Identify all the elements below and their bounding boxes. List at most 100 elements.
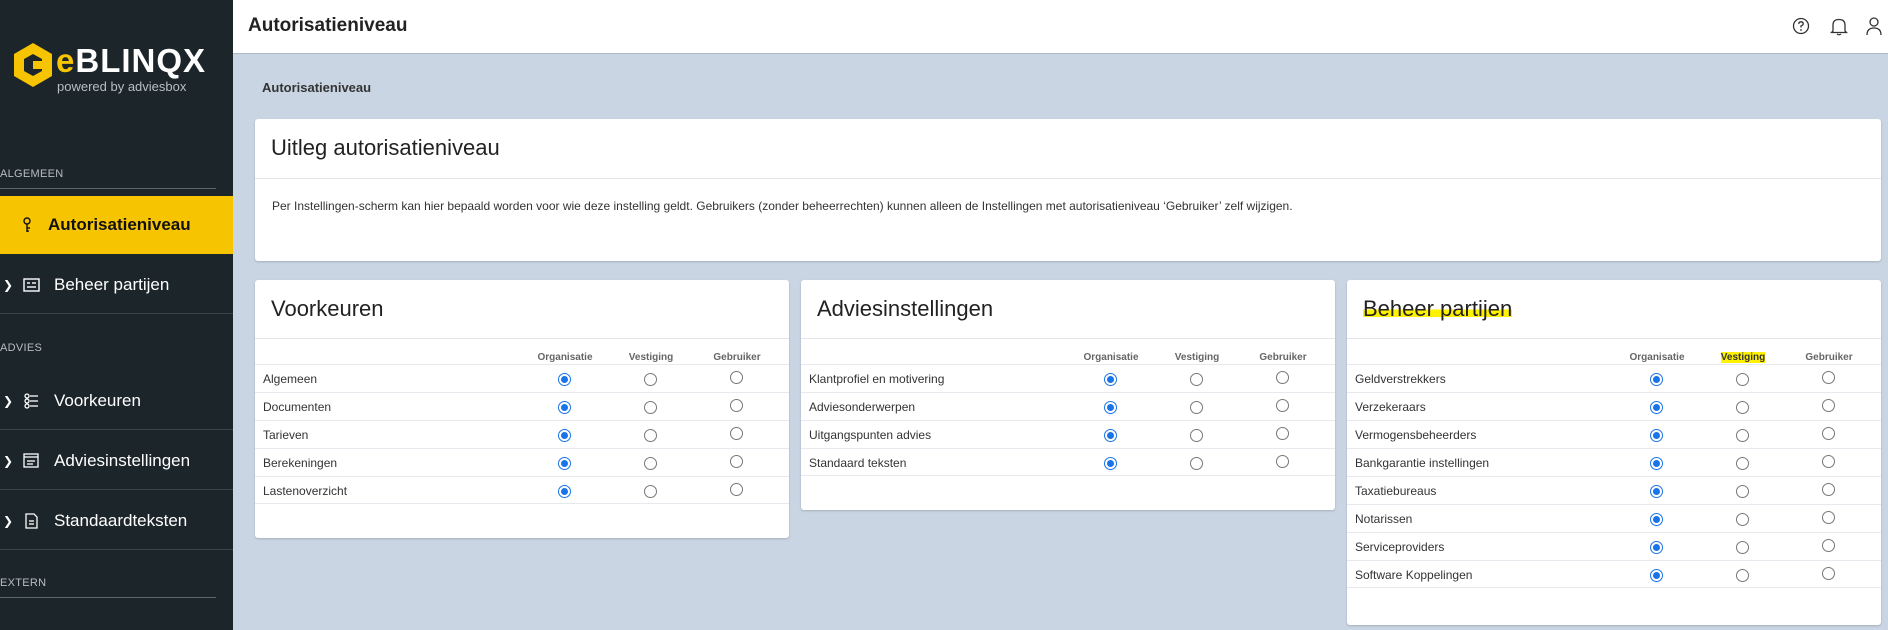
radio-organisatie[interactable] [558,429,571,442]
breadcrumb: Autorisatieniveau [262,80,372,95]
radio-organisatie[interactable] [1650,485,1663,498]
card-divider [801,338,1335,339]
radio-organisatie[interactable] [1650,401,1663,414]
hexagon-logo-icon [14,43,52,87]
card-divider [255,338,789,339]
section-label-advies: ADVIES [0,342,43,354]
radio-gebruiker[interactable] [730,399,743,412]
row-label: Standaard teksten [809,456,907,470]
radio-gebruiker[interactable] [1276,455,1289,468]
radio-organisatie[interactable] [558,457,571,470]
radio-organisatie[interactable] [1650,569,1663,582]
radio-vestiging[interactable] [644,457,657,470]
sidebar-item-standaardteksten[interactable]: ❯ Standaardteksten [0,492,233,550]
col-head-organisatie: Organisatie [1629,352,1685,363]
panel-adviesinstellingen: Adviesinstellingen Organisatie Vestiging… [801,280,1335,510]
radio-gebruiker[interactable] [1822,399,1835,412]
radio-gebruiker[interactable] [730,483,743,496]
radio-vestiging[interactable] [1190,373,1203,386]
row-label: Documenten [263,400,332,414]
radio-organisatie[interactable] [558,401,571,414]
table-row: Standaard teksten [801,448,1335,476]
radio-gebruiker[interactable] [1822,511,1835,524]
radio-vestiging[interactable] [1736,513,1749,526]
bell-icon[interactable] [1828,15,1850,37]
sidebar-item-beheer-partijen[interactable]: ❯ Beheer partijen [0,256,233,314]
radio-gebruiker[interactable] [1276,399,1289,412]
sidebar: eBLINQX powered by adviesbox ALGEMEEN Au… [0,0,233,630]
logo-tagline: powered by adviesbox [57,79,187,94]
row-label: Berekeningen [263,456,338,470]
radio-organisatie[interactable] [1650,457,1663,470]
radio-gebruiker[interactable] [730,371,743,384]
page-title: Autorisatieniveau [248,15,408,36]
radio-vestiging[interactable] [1190,457,1203,470]
radio-organisatie[interactable] [1650,429,1663,442]
sidebar-item-voorkeuren[interactable]: ❯ Voorkeuren [0,372,233,430]
table-row: Geldverstrekkers [1347,364,1881,392]
radio-vestiging[interactable] [1736,401,1749,414]
row-label: Lastenoverzicht [263,484,348,498]
radio-vestiging[interactable] [1736,457,1749,470]
row-label: Bankgarantie instellingen [1355,456,1490,470]
radio-organisatie[interactable] [558,373,571,386]
radio-vestiging[interactable] [644,401,657,414]
row-label: Geldverstrekkers [1355,372,1446,386]
table-row: Berekeningen [255,448,789,476]
radio-gebruiker[interactable] [1822,455,1835,468]
table-row: Documenten [255,392,789,420]
radio-gebruiker[interactable] [1822,539,1835,552]
radio-organisatie[interactable] [1650,373,1663,386]
radio-gebruiker[interactable] [730,455,743,468]
radio-gebruiker[interactable] [1822,483,1835,496]
sidebar-item-label: Voorkeuren [54,390,141,410]
row-label: Verzekeraars [1355,400,1426,414]
logo-text: eBLINQX [56,42,207,79]
help-icon[interactable] [1790,15,1812,37]
radio-vestiging[interactable] [1736,541,1749,554]
radio-vestiging[interactable] [644,485,657,498]
row-label: Algemeen [263,372,318,386]
radio-vestiging[interactable] [1736,569,1749,582]
radio-gebruiker[interactable] [1276,371,1289,384]
sidebar-item-autorisatieniveau[interactable]: Autorisatieniveau [0,196,233,254]
radio-gebruiker[interactable] [1822,567,1835,580]
radio-vestiging[interactable] [1190,429,1203,442]
id-card-icon [22,276,40,294]
radio-organisatie[interactable] [1104,429,1117,442]
sliders-icon [22,392,40,410]
radio-organisatie[interactable] [1104,401,1117,414]
table-row: Taxatiebureaus [1347,476,1881,504]
radio-vestiging[interactable] [1736,429,1749,442]
radio-vestiging[interactable] [1736,373,1749,386]
table-row: Bankgarantie instellingen [1347,448,1881,476]
col-head-gebruiker: Gebruiker [713,352,761,363]
chevron-right-icon: ❯ [3,393,14,408]
sidebar-item-adviesinstellingen[interactable]: ❯ Adviesinstellingen [0,432,233,490]
user-icon[interactable] [1863,15,1885,37]
radio-gebruiker[interactable] [730,427,743,440]
radio-gebruiker[interactable] [1822,427,1835,440]
radio-organisatie[interactable] [1104,373,1117,386]
radio-vestiging[interactable] [1190,401,1203,414]
table-row: Algemeen [255,364,789,392]
radio-gebruiker[interactable] [1822,371,1835,384]
table-row: Verzekeraars [1347,392,1881,420]
row-label: Software Koppelingen [1355,568,1473,582]
radio-organisatie[interactable] [558,485,571,498]
radio-gebruiker[interactable] [1276,427,1289,440]
card-title: Beheer partijen [1363,296,1513,321]
list-settings-icon [22,452,40,470]
radio-vestiging[interactable] [644,373,657,386]
panel-beheer-partijen: Beheer partijen Organisatie Vestiging Ge… [1347,280,1881,625]
col-head-gebruiker: Gebruiker [1259,352,1307,363]
radio-organisatie[interactable] [1650,513,1663,526]
radio-vestiging[interactable] [1736,485,1749,498]
section-label-algemeen: ALGEMEEN [0,168,64,180]
sidebar-item-label: Standaardteksten [54,510,188,530]
radio-organisatie[interactable] [1650,541,1663,554]
radio-organisatie[interactable] [1104,457,1117,470]
col-head-vestiging: Vestiging [1720,352,1766,363]
brand-logo[interactable]: eBLINQX powered by adviesbox [12,40,222,96]
radio-vestiging[interactable] [644,429,657,442]
